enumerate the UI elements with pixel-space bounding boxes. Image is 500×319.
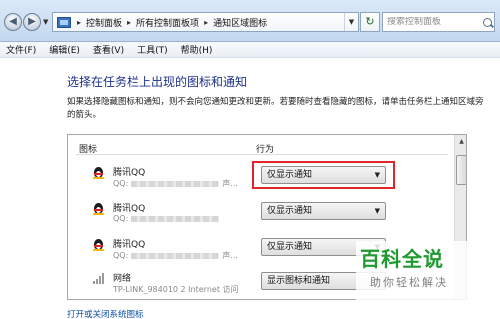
watermark: 百科全说 助你轻松解决 xyxy=(356,241,500,301)
header-divider xyxy=(76,154,448,155)
behavior-value: 仅显示通知 xyxy=(267,242,313,252)
breadcrumb-separator-icon[interactable]: ▸ xyxy=(74,18,84,27)
breadcrumb-separator-icon[interactable]: ▸ xyxy=(124,18,134,27)
dropdown-arrow-icon: ▼ xyxy=(374,207,380,215)
watermark-title: 百科全说 xyxy=(360,247,444,271)
scroll-up-arrow-icon[interactable]: ▲ xyxy=(456,136,466,148)
address-history-dropdown[interactable]: ▼ xyxy=(344,13,358,31)
menu-view[interactable]: 查看(V) xyxy=(93,43,124,56)
system-icons-link[interactable]: 打开或关闭系统图标 xyxy=(67,308,144,319)
refresh-icon: ↻ xyxy=(365,15,375,28)
search-box[interactable] xyxy=(382,12,495,32)
behavior-value: 仅显示通知 xyxy=(267,206,313,216)
menu-bar: 文件(F) 编辑(E) 查看(V) 工具(T) 帮助(H) xyxy=(0,42,500,58)
item-detail: QQ: 声... xyxy=(113,179,238,188)
back-arrow-icon: ◀ xyxy=(9,16,17,27)
breadcrumb-notification-icons[interactable]: 通知区域图标 xyxy=(211,16,269,29)
item-detail: QQ: 声... xyxy=(113,251,238,260)
qq-penguin-icon xyxy=(92,238,105,251)
menu-edit[interactable]: 编辑(E) xyxy=(49,43,80,56)
item-name: 腾讯QQ xyxy=(113,240,146,250)
item-name: 腾讯QQ xyxy=(113,204,146,214)
address-bar[interactable]: ▸ 控制面板 ▸ 所有控制面板项 ▸ 通知区域图标 ▼ xyxy=(52,12,359,32)
search-input[interactable] xyxy=(387,17,482,27)
breadcrumb-all-items[interactable]: 所有控制面板项 xyxy=(134,16,201,29)
recent-pages-dropdown[interactable]: ▼ xyxy=(43,18,48,26)
breadcrumb-separator-icon[interactable]: ▸ xyxy=(201,18,211,27)
page-title: 选择在任务栏上出现的图标和通知 xyxy=(67,75,248,89)
network-icon xyxy=(92,272,105,285)
menu-help[interactable]: 帮助(H) xyxy=(181,43,213,56)
control-panel-icon xyxy=(57,16,71,28)
qq-penguin-icon xyxy=(92,166,105,179)
list-item: 腾讯QQ QQ: 仅显示通知 ▼ xyxy=(68,198,454,234)
menu-tools[interactable]: 工具(T) xyxy=(137,43,168,56)
item-detail: QQ: xyxy=(113,214,222,223)
forward-button[interactable]: ▶ xyxy=(23,13,41,31)
refresh-button[interactable]: ↻ xyxy=(360,12,380,32)
navigation-bar: ◀ ▶ ▼ ▸ 控制面板 ▸ 所有控制面板项 ▸ 通知区域图标 ▼ ↻ xyxy=(0,0,500,42)
red-highlight-box xyxy=(252,161,395,189)
back-button[interactable]: ◀ xyxy=(4,13,22,31)
breadcrumb-control-panel[interactable]: 控制面板 xyxy=(84,16,124,29)
watermark-subtitle: 助你轻松解决 xyxy=(370,276,448,289)
search-icon[interactable] xyxy=(483,17,492,27)
page-description: 如果选择隐藏图标和通知，则不会向您通知更改和更新。若要随时查看隐藏的图标，请单击… xyxy=(67,97,484,120)
qq-penguin-icon xyxy=(92,202,105,215)
item-name: 网络 xyxy=(113,274,132,284)
behavior-dropdown[interactable]: 仅显示通知 ▼ xyxy=(261,202,386,220)
item-name: 腾讯QQ xyxy=(113,168,146,178)
menu-file[interactable]: 文件(F) xyxy=(6,43,36,56)
forward-arrow-icon: ▶ xyxy=(28,16,36,27)
item-detail: TP-LINK_984010 2 Internet 访问 xyxy=(113,285,239,294)
behavior-value: 显示图标和通知 xyxy=(267,276,331,286)
scrollbar-thumb[interactable] xyxy=(456,155,466,185)
